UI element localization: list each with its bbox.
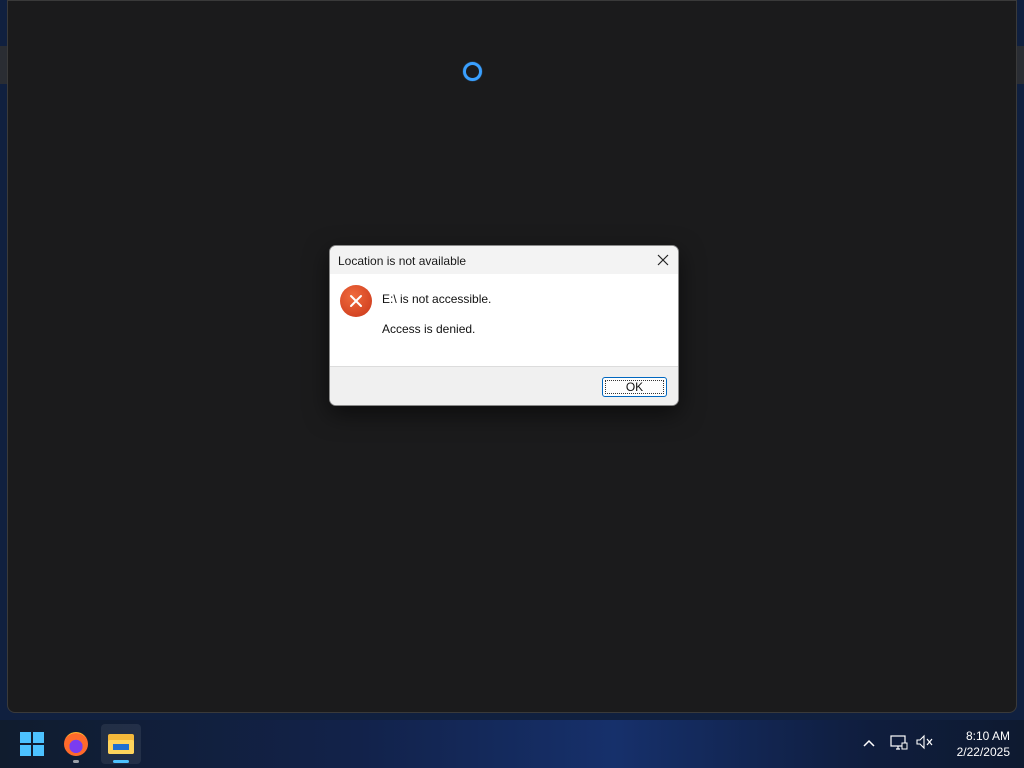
clock-time: 8:10 AM [965, 729, 1010, 743]
network-icon[interactable] [890, 734, 910, 752]
error-message: E:\ is not accessible. [382, 292, 492, 306]
windows-logo-icon [20, 732, 44, 756]
dialog-footer: OK [330, 366, 678, 405]
taskbar-file-explorer[interactable] [101, 724, 141, 764]
active-indicator [113, 760, 129, 763]
clock-date: 2/22/2025 [956, 745, 1010, 759]
error-icon [340, 285, 372, 317]
taskbar-firefox[interactable] [56, 724, 96, 764]
dialog-title: Location is not available [338, 254, 467, 268]
dialog-titlebar[interactable]: Location is not available [330, 246, 678, 274]
window-edge-left [0, 46, 7, 84]
chevron-up-icon[interactable] [860, 734, 878, 752]
ok-button[interactable]: OK [602, 377, 667, 397]
folder-icon [108, 734, 134, 754]
window-edge-right [1017, 46, 1024, 84]
error-detail: Access is denied. [382, 322, 476, 336]
running-indicator [73, 760, 79, 763]
loading-spinner-icon [463, 62, 482, 81]
close-button[interactable] [648, 246, 678, 274]
start-button[interactable] [12, 724, 52, 764]
firefox-icon [64, 732, 88, 756]
error-dialog: Location is not available E:\ is not acc… [329, 245, 679, 406]
dialog-body: E:\ is not accessible. Access is denied. [330, 274, 678, 366]
volume-muted-icon[interactable] [915, 734, 935, 752]
close-icon [657, 254, 669, 266]
taskbar-clock[interactable]: 8:10 AM 2/22/2025 [940, 728, 1010, 760]
